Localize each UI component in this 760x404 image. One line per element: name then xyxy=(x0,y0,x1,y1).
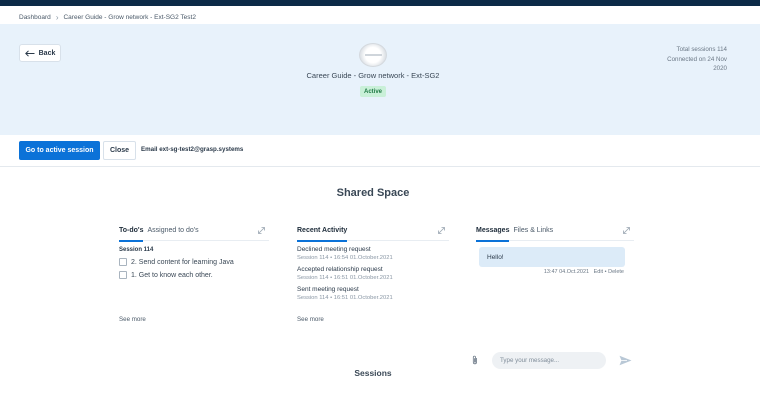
todo-item: 2. Send content for learning Java xyxy=(119,258,269,266)
todo-panel: To-do's Assigned to do's Session 114 2. … xyxy=(119,220,269,330)
breadcrumb: Dashboard › Career Guide - Grow network … xyxy=(19,10,196,24)
activity-tabs: Recent Activity xyxy=(297,220,449,242)
breadcrumb-current: Career Guide - Grow network - Ext-SG2 Te… xyxy=(63,13,196,21)
activity-meta: Session 114 • 16:54 01.October.2021 xyxy=(297,255,393,261)
todo-see-more-link[interactable]: See more xyxy=(119,316,146,323)
tab-assigned-todos[interactable]: Assigned to do's xyxy=(147,227,198,234)
connected-year: 2020 xyxy=(713,65,727,72)
activity-title: Sent meeting request xyxy=(297,286,359,293)
message-bubble: Hello! xyxy=(479,247,625,267)
email-link[interactable]: Email ext-sg-test2@grasp.systems xyxy=(141,146,243,153)
go-to-active-session-button[interactable]: Go to active session xyxy=(19,141,100,160)
activity-item: Sent meeting request Session 114 • 16:51… xyxy=(297,286,449,301)
send-icon[interactable] xyxy=(619,355,632,366)
todo-session-label: Session 114 xyxy=(119,247,154,253)
connected-on: Connected on 24 Nov xyxy=(667,55,727,63)
activity-see-more-link[interactable]: See more xyxy=(297,316,324,323)
todo-text: 1. Get to know each other. xyxy=(131,271,213,279)
back-label: Back xyxy=(38,49,56,57)
messages-panel: Messages Files & Links Hello! 13:47 04.O… xyxy=(476,220,634,330)
todo-checkbox[interactable] xyxy=(119,258,127,266)
tab-files-links[interactable]: Files & Links xyxy=(513,227,553,234)
tab-recent-activity[interactable]: Recent Activity xyxy=(297,220,348,242)
activity-meta: Session 114 • 16:51 01.October.2021 xyxy=(297,295,393,301)
paperclip-icon[interactable] xyxy=(471,355,479,365)
activity-item: Accepted relationship request Session 11… xyxy=(297,266,449,281)
message-meta: 13:47 04.Oct.2021 Edit • Delete xyxy=(476,269,634,275)
session-title: Career Guide - Grow network - Ext-SG2 xyxy=(306,71,440,80)
status-badge: Active xyxy=(360,86,386,97)
message-time: 13:47 04.Oct.2021 xyxy=(543,269,590,275)
shared-space-title: Shared Space xyxy=(336,187,410,199)
avatar xyxy=(359,43,387,67)
todo-tabs: To-do's Assigned to do's xyxy=(119,220,269,242)
activity-title: Declined meeting request xyxy=(297,246,371,253)
activity-item: Declined meeting request Session 114 • 1… xyxy=(297,246,449,261)
session-meta: Total sessions 114 Connected on 24 Nov 2… xyxy=(667,45,727,74)
todo-item: 1. Get to know each other. xyxy=(119,271,269,279)
activity-meta: Session 114 • 16:51 01.October.2021 xyxy=(297,275,393,281)
sessions-title: Sessions xyxy=(354,368,392,378)
arrow-left-icon xyxy=(24,49,35,57)
activity-title: Accepted relationship request xyxy=(297,266,383,273)
message-edit-link[interactable]: Edit xyxy=(594,269,603,275)
message-delete-link[interactable]: Delete xyxy=(608,269,624,275)
expand-icon[interactable] xyxy=(438,227,445,234)
back-button[interactable]: Back xyxy=(19,44,61,62)
close-button[interactable]: Close xyxy=(103,141,136,160)
total-sessions: Total sessions 114 xyxy=(676,46,727,53)
expand-icon[interactable] xyxy=(623,227,630,234)
tab-messages[interactable]: Messages xyxy=(476,220,510,242)
tab-todos[interactable]: To-do's xyxy=(119,220,144,242)
message-input[interactable] xyxy=(492,352,606,369)
breadcrumb-dashboard-link[interactable]: Dashboard xyxy=(19,14,51,21)
top-nav-bar xyxy=(0,0,760,6)
expand-icon[interactable] xyxy=(258,227,265,234)
messages-tabs: Messages Files & Links xyxy=(476,220,634,242)
activity-panel: Recent Activity Declined meeting request… xyxy=(297,220,449,330)
todo-text: 2. Send content for learning Java xyxy=(131,258,234,266)
todo-checkbox[interactable] xyxy=(119,271,127,279)
chevron-right-icon: › xyxy=(55,12,59,22)
